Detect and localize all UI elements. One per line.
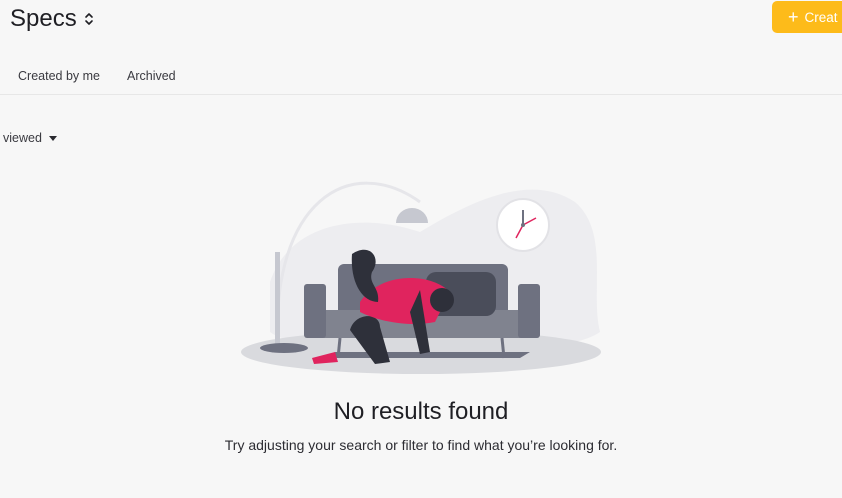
header: Specs + Creat xyxy=(0,0,842,40)
lamp-pole xyxy=(275,252,280,348)
empty-state-title: No results found xyxy=(333,398,509,425)
page-title-text: Specs xyxy=(10,5,77,32)
create-button[interactable]: + Creat xyxy=(772,1,842,33)
rug xyxy=(325,352,530,358)
couch-arm-right xyxy=(518,284,540,338)
sort-arrows-icon[interactable] xyxy=(84,11,94,27)
lamp-shade xyxy=(396,208,428,223)
tab-bar: Created by me Archived xyxy=(0,60,842,95)
caret-down-icon xyxy=(48,136,57,141)
couch-arm-left xyxy=(304,284,326,338)
lamp-base xyxy=(260,343,308,353)
tab-archived[interactable]: Archived xyxy=(127,69,176,83)
person-head xyxy=(430,288,454,312)
sort-label: viewed xyxy=(3,131,42,145)
page-title[interactable]: Specs xyxy=(10,5,94,33)
person-on-couch-illustration xyxy=(241,181,601,374)
plus-icon: + xyxy=(788,7,799,27)
tab-created-by-me[interactable]: Created by me xyxy=(18,69,100,83)
empty-state-message: Try adjusting your search or filter to f… xyxy=(224,437,618,453)
create-button-label: Creat xyxy=(804,9,838,25)
sort-dropdown[interactable]: viewed xyxy=(3,131,57,145)
